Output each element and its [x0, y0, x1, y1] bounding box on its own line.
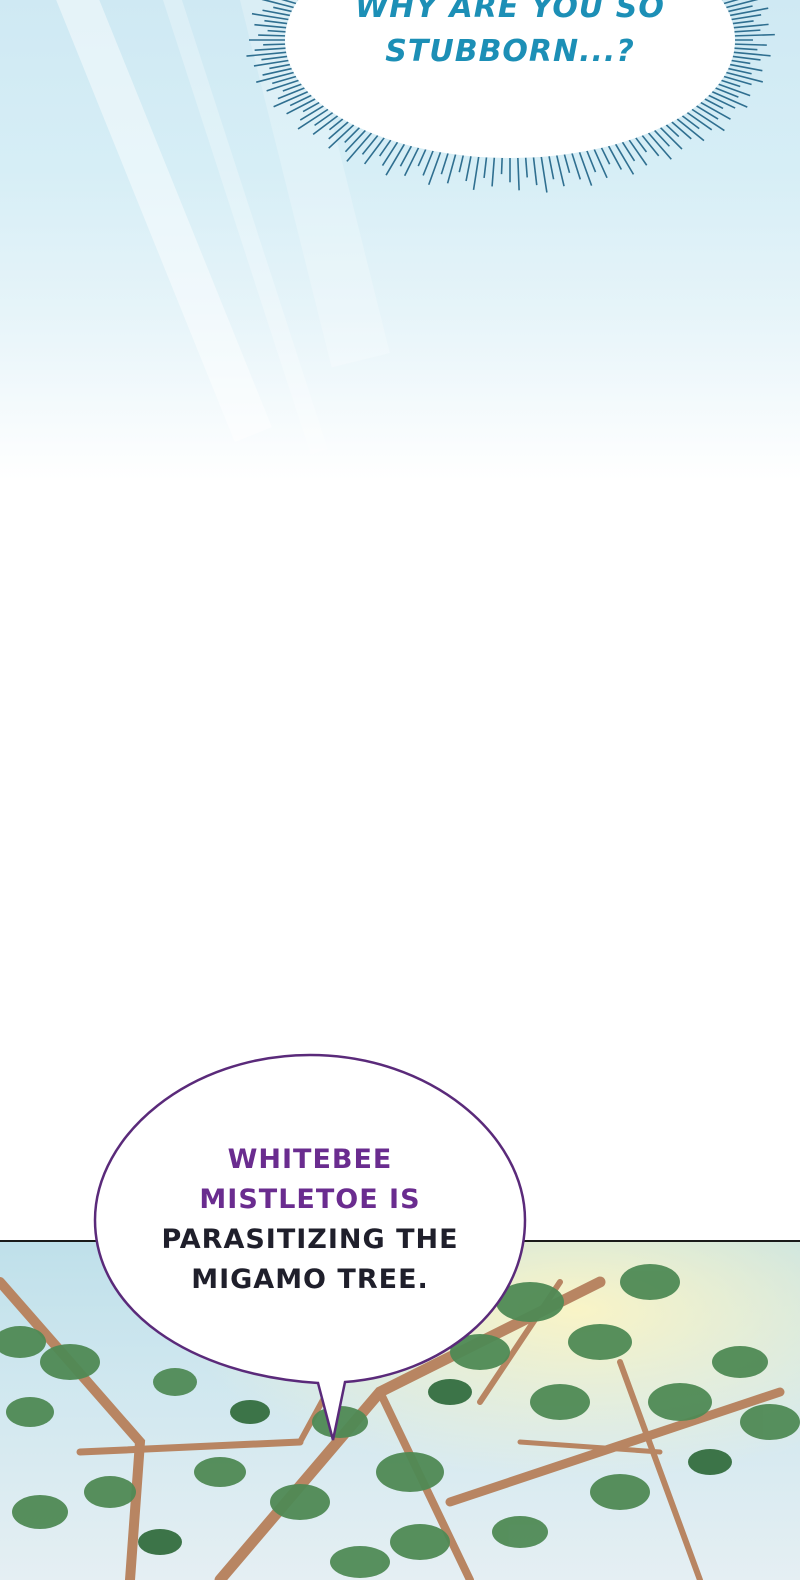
burst-spike	[563, 154, 571, 174]
burst-spike	[344, 129, 366, 153]
burst-spike	[269, 63, 291, 70]
burst-spike	[440, 153, 449, 175]
burst-spike	[273, 6, 292, 13]
burst-spike	[671, 121, 692, 140]
burst-spike	[641, 134, 660, 157]
burst-spike	[385, 143, 406, 176]
speech-line-4: MIGAMO TREE.	[191, 1264, 429, 1295]
burst-spike	[732, 55, 761, 61]
speech-line-2: MISTLETOE IS	[140, 1180, 480, 1220]
burst-spike	[267, 29, 286, 33]
burst-spike	[728, 67, 752, 75]
burst-spike	[733, 51, 771, 57]
burst-spike	[726, 71, 764, 83]
burst-spike	[681, 115, 700, 130]
burst-spike	[483, 157, 488, 179]
burst-spike	[500, 157, 503, 175]
burst-spike	[734, 47, 758, 51]
burst-spike	[263, 43, 286, 46]
burst-spike	[548, 156, 555, 180]
burst-spike	[458, 155, 464, 173]
burst-spike	[733, 23, 769, 29]
burst-spike	[696, 105, 719, 120]
burst-line-2: STUBBORN...?	[385, 34, 635, 69]
burst-spike	[731, 59, 751, 65]
burst-spike	[540, 156, 548, 193]
burst-spike	[289, 94, 312, 107]
burst-spike	[734, 33, 775, 37]
speech-line-2-text: MISTLETOE IS	[199, 1184, 421, 1215]
burst-spike	[246, 51, 287, 57]
burst-spike	[264, 19, 288, 25]
burst-spike	[381, 141, 399, 167]
burst-spike	[600, 147, 611, 165]
burst-spike	[262, 9, 291, 17]
burst-spike	[571, 153, 582, 180]
burst-spike	[723, 0, 739, 5]
burst-spike	[659, 127, 683, 150]
burst-spike	[299, 105, 324, 121]
panel-gutter	[0, 480, 800, 1240]
burst-spike	[314, 111, 334, 127]
burst-spike	[422, 150, 434, 176]
burst-spike	[254, 23, 287, 29]
burst-spike	[261, 55, 288, 61]
burst-spike	[256, 71, 294, 83]
burst-spike	[258, 34, 286, 37]
burst-spike	[731, 14, 762, 21]
burst-spike	[472, 156, 480, 190]
burst-spike	[403, 147, 420, 177]
burst-spike	[517, 157, 520, 191]
speech-line-1: WHITEBEE	[227, 1144, 393, 1175]
burst-spike	[465, 156, 472, 182]
burst-spike	[718, 83, 751, 97]
burst-spike	[532, 157, 538, 186]
burst-bubble-text: WHY ARE YOU SO STUBBORN...?	[300, 0, 720, 74]
burst-spike	[491, 157, 496, 187]
burst-spike	[361, 134, 379, 155]
burst-spike	[363, 137, 385, 165]
burst-spike	[524, 157, 529, 178]
burst-spike	[734, 29, 761, 33]
burst-spike	[586, 150, 597, 173]
burst-spike	[732, 20, 754, 25]
burst-spike	[708, 94, 736, 109]
burst-spike	[328, 121, 349, 140]
burst-spike	[614, 143, 635, 175]
burst-spike	[254, 47, 286, 51]
burst-spike	[417, 149, 427, 167]
burst-spike	[654, 129, 670, 147]
speech-bubble-text: WHITEBEE MISTLETOE IS PARASITIZING THE M…	[140, 1140, 480, 1300]
burst-spike	[277, 87, 305, 100]
burst-spike	[628, 139, 648, 166]
burst-spike	[266, 79, 299, 92]
burst-spike	[446, 154, 457, 184]
speech-line-3: PARASITIZING THE	[161, 1224, 459, 1255]
burst-spike	[686, 111, 713, 131]
burst-line-1: WHY ARE YOU SO	[355, 0, 665, 25]
burst-spike	[734, 43, 767, 46]
burst-spike	[556, 155, 565, 187]
